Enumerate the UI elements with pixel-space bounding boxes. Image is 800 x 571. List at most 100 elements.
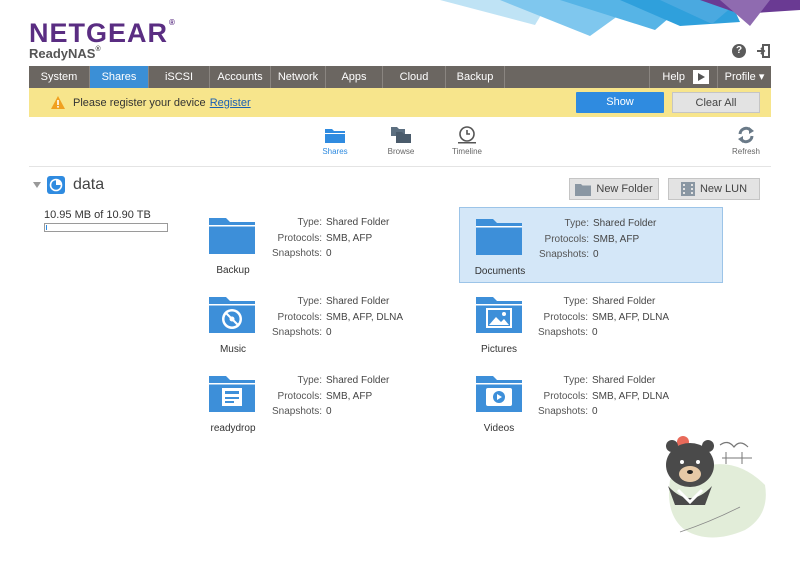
folder-icon [476,219,522,255]
view-browse[interactable]: Browse [384,126,418,156]
share-name: Music [219,344,247,355]
share-backup[interactable]: Backup Type: Shared Folder Protocols: SMB,… [193,208,457,284]
alert-message: Please register your device [73,96,206,109]
share-snapshots: 0 [326,327,332,338]
share-snapshots: 0 [593,249,599,260]
share-documents[interactable]: Documents Type: Shared Folder Protocols: S… [459,207,723,283]
new-lun-label: New LUN [699,183,748,195]
nav-apps[interactable]: Apps [326,66,383,88]
refresh-icon [738,126,754,144]
capacity-bar [44,223,168,232]
share-properties: Type: Shared Folder Protocols: SMB, AFP Sn… [539,216,656,263]
nav-profile[interactable]: Profile ▾ [718,66,771,88]
product-name: ReadyNAS® [29,46,101,61]
share-music[interactable]: Music Type: Shared Folder Protocols: SMB, … [193,287,457,363]
nav-spacer [505,66,651,88]
protocols-label: Protocols: [543,311,588,323]
main-nav: System Shares iSCSI Accounts Network App… [29,66,771,88]
new-lun-button[interactable]: New LUN [668,178,760,200]
share-name: readydrop [210,423,256,434]
share-protocols: SMB, AFP [326,390,373,402]
section-divider [29,166,771,167]
product-text: ReadyNAS [29,46,96,61]
protocols-label: Protocols: [277,232,322,244]
type-label: Type: [563,296,588,307]
new-lun-icon [680,182,695,196]
share-type: Shared Folder [593,218,657,229]
view-timeline-label: Timeline [452,147,482,156]
snapshots-label: Snapshots: [538,406,589,417]
share-properties: Type: Shared Folder Protocols: SMB, AFP Sn… [272,373,389,420]
view-switcher: Shares Browse Timeline Refresh [0,126,800,162]
new-folder-label: New Folder [596,183,653,195]
clear-all-button[interactable]: Clear All [672,92,760,113]
share-properties: Type: Shared Folder Protocols: SMB, AFP, D… [538,294,669,341]
nav-help[interactable]: Help [650,66,718,88]
nav-iscsi[interactable]: iSCSI [149,66,210,88]
protocols-label: Protocols: [543,390,588,402]
share-name: Backup [216,265,250,276]
share-readydrop[interactable]: readydrop Type: Shared Folder Protocols: S… [193,366,457,442]
volume-name: data [73,176,105,193]
capacity-bar-fill [46,225,47,230]
refresh-button[interactable]: Refresh [729,126,763,156]
share-type: Shared Folder [592,296,656,307]
nav-network[interactable]: Network [271,66,326,88]
nav-help-label: Help [662,71,685,83]
view-browse-label: Browse [387,147,415,156]
snapshots-label: Snapshots: [272,327,323,338]
collapse-triangle-icon[interactable] [33,182,41,188]
type-label: Type: [564,218,589,229]
shares-view-icon [325,129,345,143]
netgear-logo: NETGEAR® [29,18,176,49]
nav-system[interactable]: System [29,66,90,88]
share-snapshots: 0 [592,327,598,338]
browse-view-icon [391,127,411,143]
share-name: Pictures [480,344,518,355]
share-type: Shared Folder [592,375,656,386]
snapshots-label: Snapshots: [539,249,590,260]
share-protocols: SMB, AFP, DLNA [592,390,670,402]
nav-shares[interactable]: Shares [90,66,149,88]
nav-cloud[interactable]: Cloud [383,66,446,88]
help-icon[interactable]: ? [732,44,746,58]
logout-icon[interactable] [756,44,770,58]
share-type: Shared Folder [326,296,390,307]
logo-text: NETGEAR [29,18,169,48]
new-folder-button[interactable]: New Folder [569,178,659,200]
share-name: Videos [483,423,515,434]
share-snapshots: 0 [592,406,598,417]
volume-capacity: 10.95 MB of 10.90 TB [44,209,151,221]
snapshots-label: Snapshots: [272,406,323,417]
header-banner-art [440,0,800,36]
volume-header[interactable]: data [33,176,104,194]
share-type: Shared Folder [326,217,390,228]
snapshots-label: Snapshots: [538,327,589,338]
nav-backup[interactable]: Backup [446,66,505,88]
nav-accounts[interactable]: Accounts [210,66,271,88]
type-label: Type: [297,217,322,228]
folder-icon [209,218,255,254]
type-label: Type: [297,296,322,307]
type-label: Type: [297,375,322,386]
show-button[interactable]: Show [576,92,664,113]
volume-icon [47,176,65,194]
view-timeline[interactable]: Timeline [449,126,485,156]
share-snapshots: 0 [326,248,332,259]
share-pictures[interactable]: Pictures Type: Shared Folder Protocols: SM… [459,287,723,363]
share-protocols: SMB, AFP, DLNA [326,311,404,323]
share-protocols: SMB, AFP [593,233,640,245]
snapshots-label: Snapshots: [272,248,323,259]
register-link[interactable]: Register [210,97,251,109]
protocols-label: Protocols: [277,311,322,323]
logo-mark: ® [169,18,176,27]
refresh-label: Refresh [731,147,760,156]
view-shares[interactable]: Shares [321,126,349,156]
share-properties: Type: Shared Folder Protocols: SMB, AFP, D… [538,373,669,420]
readydrop-folder-icon [209,376,255,412]
readynas-shares-page: NETGEAR® ReadyNAS® ? System Shares iSCSI… [0,0,800,571]
watermark-bear-logo [666,436,766,538]
play-icon [693,70,709,84]
type-label: Type: [563,375,588,386]
new-folder-icon [575,183,592,196]
